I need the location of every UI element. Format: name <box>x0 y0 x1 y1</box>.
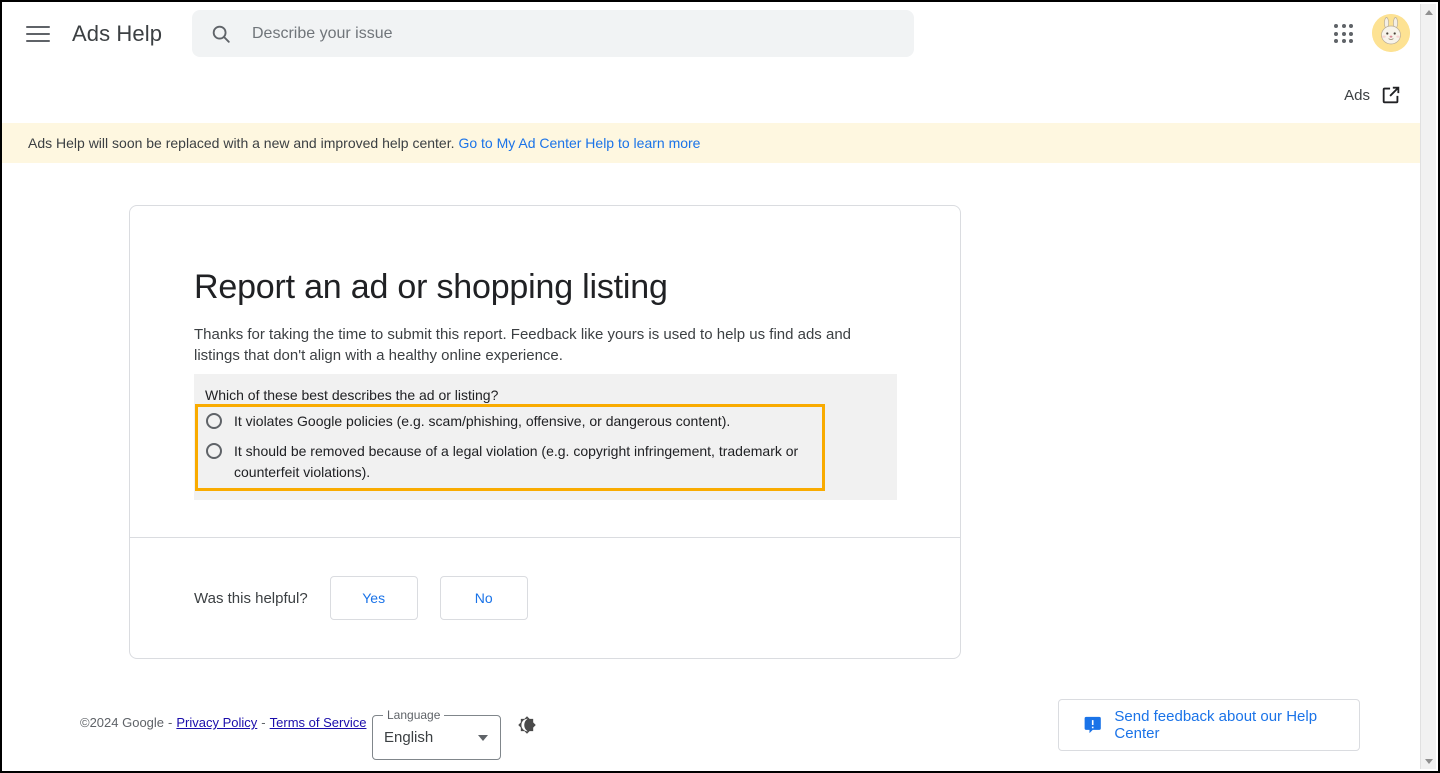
helpful-section: Was this helpful? Yes No <box>194 576 528 620</box>
footer-legal: ©2024 Google - Privacy Policy - Terms of… <box>80 715 366 730</box>
helpful-yes-button[interactable]: Yes <box>329 576 418 620</box>
dark-mode-toggle[interactable] <box>513 711 541 739</box>
send-feedback-button[interactable]: Send feedback about our Help Center <box>1058 699 1360 751</box>
scroll-up-arrow-icon[interactable] <box>1421 4 1437 20</box>
avatar[interactable] <box>1372 14 1410 52</box>
apps-grid-icon[interactable] <box>1332 22 1356 46</box>
user-avatar-bunny-icon <box>1372 14 1410 52</box>
banner-text: Ads Help will soon be replaced with a ne… <box>28 135 455 151</box>
radio-option-label: It violates Google policies (e.g. scam/p… <box>234 413 731 429</box>
search-input[interactable] <box>250 10 914 57</box>
language-legend: Language <box>383 708 445 722</box>
privacy-policy-link[interactable]: Privacy Policy <box>176 715 257 730</box>
language-value: English <box>384 729 434 746</box>
radio-option-label: It should be removed because of a legal … <box>234 443 799 480</box>
announcement-banner: Ads Help will soon be replaced with a ne… <box>2 123 1420 163</box>
card-divider <box>130 537 960 538</box>
banner-link[interactable]: Go to My Ad Center Help to learn more <box>458 135 700 151</box>
page-title: Report an ad or shopping listing <box>194 268 668 306</box>
hamburger-menu-icon[interactable] <box>26 22 50 46</box>
footer-separator: - <box>168 715 173 730</box>
search-icon <box>212 25 230 43</box>
open-in-new-icon <box>1382 86 1400 104</box>
radio-option-legal-violation[interactable]: It should be removed because of a legal … <box>206 441 821 482</box>
radio-option-policy-violation[interactable]: It violates Google policies (e.g. scam/p… <box>206 411 821 431</box>
terms-of-service-link[interactable]: Terms of Service <box>270 715 367 730</box>
send-feedback-label: Send feedback about our Help Center <box>1114 708 1318 742</box>
radio-group[interactable]: It violates Google policies (e.g. scam/p… <box>206 411 821 492</box>
form-question-label: Which of these best describes the ad or … <box>205 387 499 403</box>
search-bar[interactable] <box>192 10 914 57</box>
language-select[interactable]: Language English <box>372 708 501 760</box>
helpful-no-button[interactable]: No <box>439 576 528 620</box>
feedback-icon <box>1084 716 1101 734</box>
product-link-ads[interactable]: Ads <box>1344 84 1402 106</box>
scroll-down-arrow-icon[interactable] <box>1421 753 1437 769</box>
vertical-scrollbar[interactable] <box>1420 4 1436 769</box>
footer-separator: - <box>261 715 266 730</box>
app-window: Ads Help Ads Ads <box>0 0 1440 773</box>
radio-circle-icon[interactable] <box>206 413 222 429</box>
brand-title[interactable]: Ads Help <box>72 21 162 47</box>
page-description: Thanks for taking the time to submit thi… <box>194 326 852 364</box>
product-link-label: Ads <box>1344 86 1370 104</box>
dark-mode-icon <box>518 716 536 734</box>
copyright-text: ©2024 Google <box>80 715 165 730</box>
card-body: Report an ad or shopping listing Thanks … <box>130 206 960 366</box>
radio-circle-icon[interactable] <box>206 443 222 460</box>
helpful-label: Was this helpful? <box>194 589 308 607</box>
chevron-down-icon[interactable] <box>478 735 488 741</box>
